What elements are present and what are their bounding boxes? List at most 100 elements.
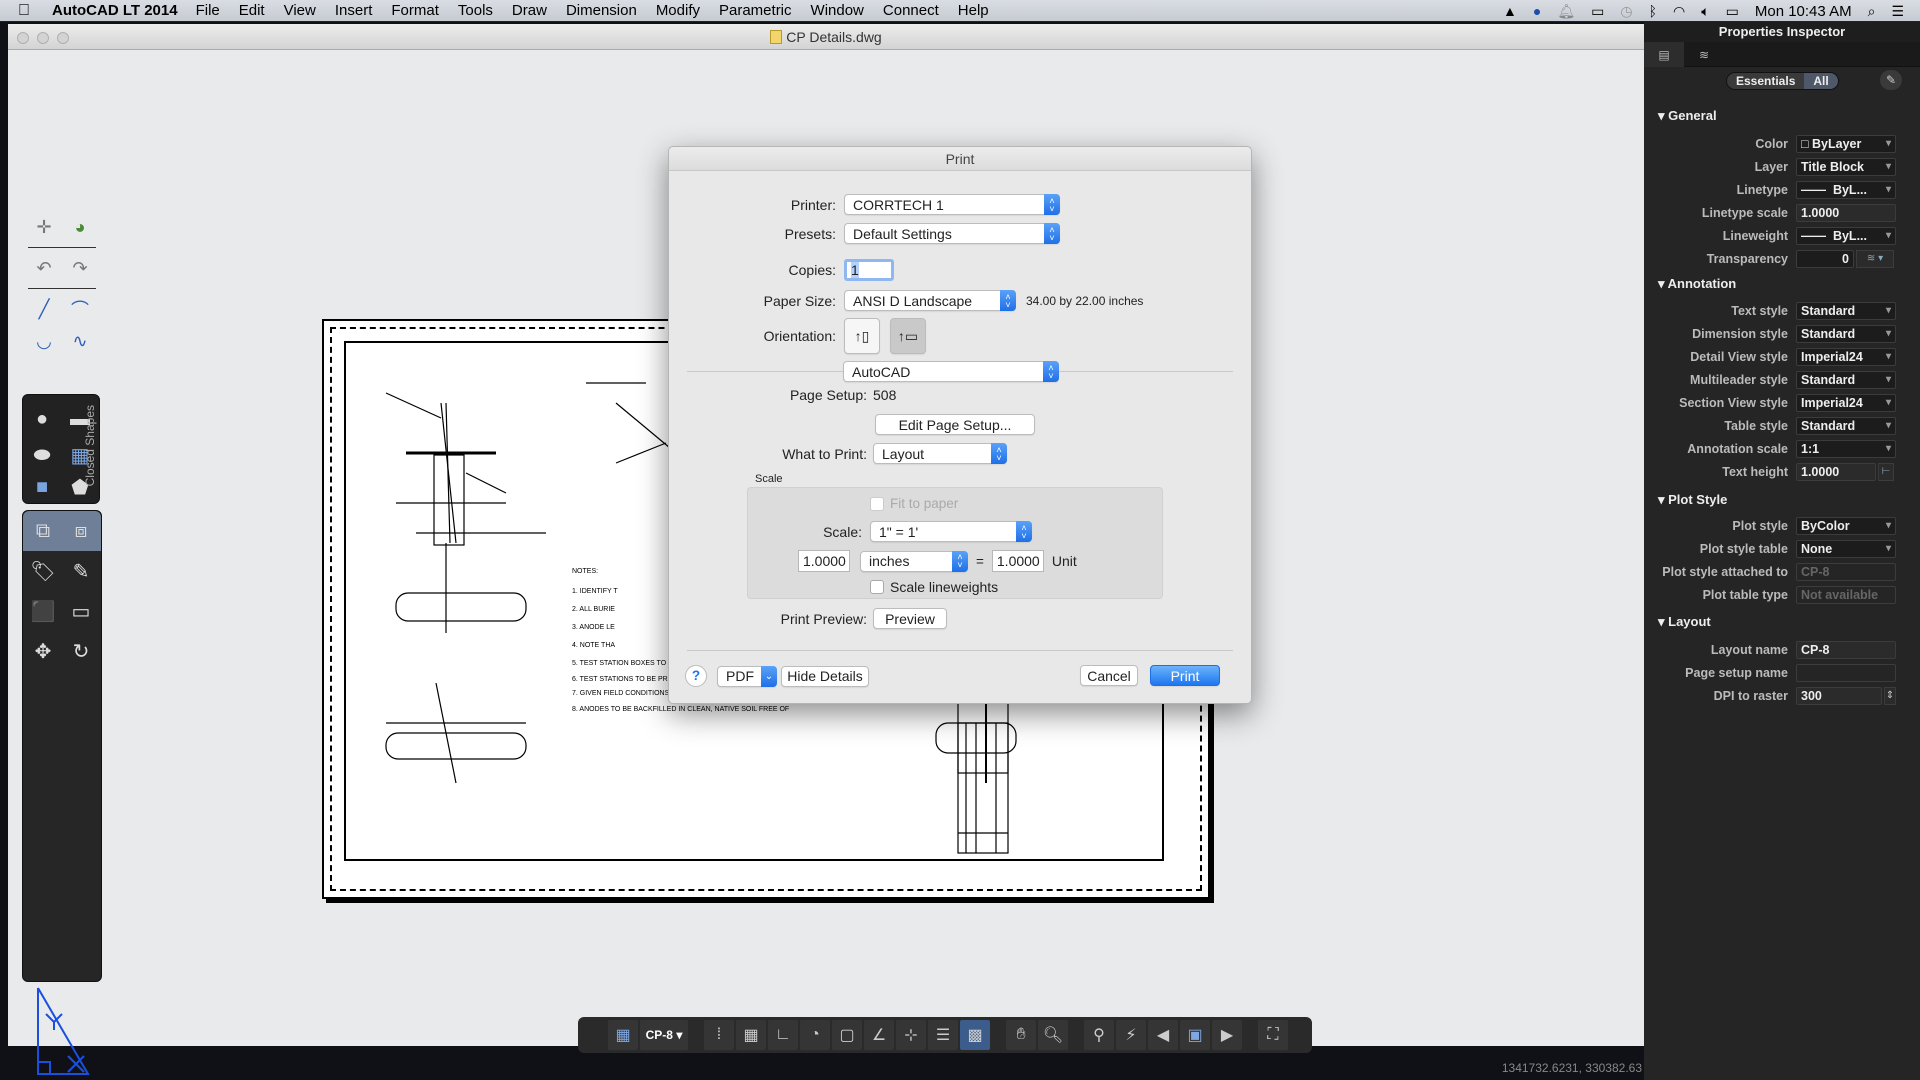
bluetooth-icon[interactable]: ᛒ bbox=[1649, 3, 1657, 19]
circle-tool-icon[interactable]: ● bbox=[29, 406, 55, 432]
section-view-style-select[interactable]: Imperial24 bbox=[1796, 394, 1896, 412]
scale-lineweights-checkbox[interactable] bbox=[870, 580, 884, 594]
next-layout-icon[interactable]: ▶ bbox=[1212, 1020, 1242, 1050]
object-snap-tracking-icon[interactable]: ∠ bbox=[864, 1020, 894, 1050]
linetype-select[interactable]: —— ByL... bbox=[1796, 181, 1896, 199]
move-icon[interactable]: ✥ bbox=[30, 638, 56, 664]
scale-select[interactable]: 1" = 1' ˄ ˅ bbox=[870, 521, 1032, 542]
properties-tab[interactable]: ▤ bbox=[1644, 42, 1684, 67]
section-layout[interactable]: ▾ Layout bbox=[1658, 614, 1711, 630]
scale-drawing-units-input[interactable]: 1.0000 bbox=[991, 550, 1044, 572]
layer-select[interactable]: Title Block bbox=[1796, 158, 1896, 176]
dpi-stepper[interactable]: ⇕ bbox=[1884, 687, 1896, 705]
volume-icon[interactable]: 🔈︎ bbox=[1701, 3, 1709, 20]
menu-edit[interactable]: Edit bbox=[239, 2, 265, 19]
battery-icon[interactable]: ▭ bbox=[1726, 3, 1739, 20]
annotation-scale-select[interactable]: 1:1 bbox=[1796, 440, 1896, 458]
transparency-layer-select[interactable]: ≋ ▾ bbox=[1856, 250, 1894, 268]
section-general[interactable]: ▾ General bbox=[1658, 108, 1717, 124]
layouts-icon[interactable]: ▦ bbox=[608, 1020, 638, 1050]
notification-bell-icon[interactable]: 🔔︎ bbox=[1557, 3, 1575, 20]
menu-dimension[interactable]: Dimension bbox=[566, 2, 637, 19]
airplay-icon[interactable]: ▭ bbox=[1591, 3, 1604, 20]
redo-icon[interactable]: ↷ bbox=[67, 255, 93, 281]
rotate-icon[interactable]: ↻ bbox=[68, 638, 94, 664]
object-snap-icon[interactable]: ▢ bbox=[832, 1020, 862, 1050]
preview-button[interactable]: Preview bbox=[873, 608, 947, 629]
match-properties-icon[interactable]: ⧈ bbox=[68, 518, 94, 544]
pan-hand-icon[interactable]: ✋︎ bbox=[1006, 1020, 1036, 1050]
lineweight-icon[interactable]: ☰ bbox=[928, 1020, 958, 1050]
previous-layout-icon[interactable]: ◀ bbox=[1148, 1020, 1178, 1050]
section-annotation[interactable]: ▾ Annotation bbox=[1658, 276, 1736, 292]
arc-tool-icon[interactable]: ◡ bbox=[31, 328, 57, 354]
landscape-orientation-button[interactable]: ↑▭ bbox=[890, 318, 926, 354]
dpi-input[interactable]: 300 bbox=[1796, 687, 1882, 705]
all-toggle[interactable]: All bbox=[1804, 73, 1838, 89]
multileader-style-select[interactable]: Standard bbox=[1796, 371, 1896, 389]
edit-page-setup-button[interactable]: Edit Page Setup... bbox=[875, 414, 1035, 435]
undo-icon[interactable]: ↶ bbox=[31, 255, 57, 281]
annotation-visibility-icon[interactable]: ⚲ bbox=[1084, 1020, 1114, 1050]
edit-tag-icon[interactable]: ✎ bbox=[68, 558, 94, 584]
table-style-select[interactable]: Standard bbox=[1796, 417, 1896, 435]
quick-select-icon[interactable]: ◕ bbox=[67, 214, 93, 240]
google-drive-icon[interactable]: ▲ bbox=[1503, 3, 1517, 19]
menu-tools[interactable]: Tools bbox=[458, 2, 493, 19]
wifi-icon[interactable]: ◠ bbox=[1673, 3, 1685, 20]
linetype-scale-input[interactable]: 1.0000 bbox=[1796, 204, 1896, 222]
transparency-icon[interactable]: ▩ bbox=[960, 1020, 990, 1050]
menu-window[interactable]: Window bbox=[811, 2, 864, 19]
erase-icon[interactable]: ▭ bbox=[68, 598, 94, 624]
plot-style-select[interactable]: ByColor bbox=[1796, 517, 1896, 535]
auto-scale-icon[interactable]: ⚡︎ bbox=[1116, 1020, 1146, 1050]
ellipse-tool-icon[interactable]: ⬬ bbox=[29, 442, 55, 468]
hide-details-button[interactable]: Hide Details bbox=[781, 665, 869, 687]
fit-to-paper-checkbox[interactable] bbox=[870, 496, 884, 511]
zoom-magnifier-icon[interactable]: 🔍︎ bbox=[1038, 1020, 1068, 1050]
tag-icon[interactable]: 🏷︎ bbox=[30, 558, 56, 584]
gradient-tool-icon[interactable]: ■ bbox=[29, 474, 55, 500]
menu-modify[interactable]: Modify bbox=[656, 2, 700, 19]
clean-screen-icon[interactable]: ⛶ bbox=[1258, 1020, 1288, 1050]
apple-menu-icon[interactable]:  bbox=[18, 2, 38, 20]
menu-file[interactable]: File bbox=[196, 2, 220, 19]
app-menu[interactable]: AutoCAD LT 2014 bbox=[52, 2, 178, 19]
clock[interactable]: Mon 10:43 AM bbox=[1755, 3, 1852, 20]
print-button[interactable]: Print bbox=[1150, 665, 1220, 686]
section-plot-style[interactable]: ▾ Plot Style bbox=[1658, 492, 1727, 508]
text-style-select[interactable]: Standard bbox=[1796, 302, 1896, 320]
snap-mode-icon[interactable]: ⁞ bbox=[704, 1020, 734, 1050]
dimension-style-select[interactable]: Standard bbox=[1796, 325, 1896, 343]
sync-app-icon[interactable]: ● bbox=[1533, 3, 1541, 19]
detail-view-style-select[interactable]: Imperial24 bbox=[1796, 348, 1896, 366]
cancel-button[interactable]: Cancel bbox=[1080, 665, 1138, 686]
color-select[interactable]: □ ByLayer bbox=[1796, 135, 1896, 153]
dynamic-input-icon[interactable]: ⊹ bbox=[896, 1020, 926, 1050]
spline-tool-icon[interactable]: ∿ bbox=[67, 328, 93, 354]
layout-name-input[interactable]: CP-8 bbox=[1796, 641, 1896, 659]
copies-input[interactable]: 1 bbox=[844, 259, 894, 281]
copy-properties-icon[interactable]: ⧉ bbox=[30, 518, 56, 544]
grid-display-icon[interactable]: ▦ bbox=[736, 1020, 766, 1050]
portrait-orientation-button[interactable]: ↑▯ bbox=[844, 318, 880, 354]
scale-paper-units-input[interactable]: 1.0000 bbox=[798, 550, 850, 572]
paper-space-icon[interactable]: ▣ bbox=[1180, 1020, 1210, 1050]
polyline-tool-icon[interactable]: ⌒ bbox=[67, 296, 93, 322]
pdf-menu-button[interactable]: PDF ⌄ bbox=[717, 665, 777, 687]
layout-selector[interactable]: CP-8 ▾ bbox=[640, 1020, 688, 1050]
array-icon[interactable]: ⬛ bbox=[30, 598, 56, 624]
palette-header[interactable]: ⧉ ⧈ bbox=[23, 511, 101, 551]
plot-style-table-select[interactable]: None bbox=[1796, 540, 1896, 558]
essentials-toggle[interactable]: Essentials bbox=[1727, 73, 1805, 89]
panel-select[interactable]: AutoCAD ˄ ˅ bbox=[843, 361, 1059, 382]
eyedropper-icon[interactable]: ✎ bbox=[1880, 70, 1902, 90]
presets-select[interactable]: Default Settings ˄ ˅ bbox=[844, 223, 1060, 244]
spotlight-search-icon[interactable]: ⌕ bbox=[1868, 3, 1876, 20]
transparency-slider[interactable]: 0 bbox=[1796, 250, 1854, 268]
menu-insert[interactable]: Insert bbox=[335, 2, 373, 19]
menu-help[interactable]: Help bbox=[958, 2, 989, 19]
ortho-mode-icon[interactable]: ∟ bbox=[768, 1020, 798, 1050]
menu-view[interactable]: View bbox=[284, 2, 316, 19]
notification-center-icon[interactable]: ☰ bbox=[1891, 3, 1904, 20]
